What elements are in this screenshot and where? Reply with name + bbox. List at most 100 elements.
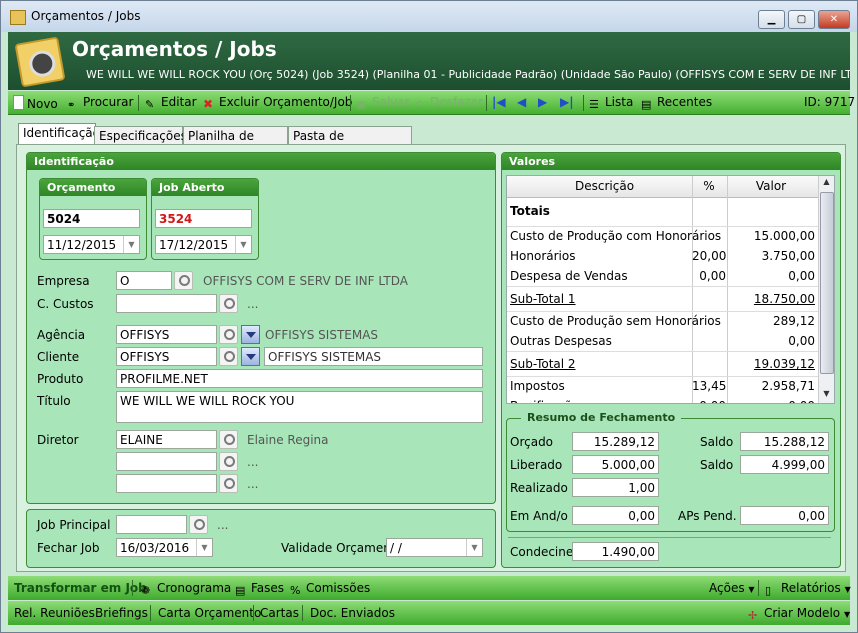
search-button[interactable]: ⚭ Procurar [67, 95, 133, 113]
next-record-button[interactable]: ▶ [538, 95, 547, 109]
cliente-dropdown-icon[interactable] [241, 347, 260, 366]
comissoes-button[interactable]: % Comissões [290, 581, 370, 597]
tab-especificacoes[interactable]: Especificações [94, 126, 187, 145]
cell-descricao: Custo de Produção sem Honorários [510, 314, 721, 328]
vertical-scrollbar[interactable]: ▲ ▼ [818, 176, 834, 403]
cliente-name-field[interactable]: OFFISYS SISTEMAS [264, 347, 483, 366]
diretor-code-input[interactable]: ELAINE [116, 430, 217, 449]
agencia-search-icon[interactable] [219, 325, 238, 344]
table-row[interactable]: Impostos 13,45 2.958,71 [507, 376, 818, 396]
criar-modelo-menu[interactable]: ✢ Criar Modelo ▼ [748, 606, 850, 622]
cell-valor: 19.039,12 [753, 357, 815, 371]
doc-enviados-link[interactable]: Doc. Enviados [310, 606, 395, 620]
cell-descricao: Impostos [510, 379, 565, 393]
fases-button[interactable]: ▤ Fases [235, 581, 284, 597]
diretor-search-icon[interactable] [219, 430, 238, 449]
table-row[interactable]: Sub-Total 1 18.750,00 [507, 286, 818, 312]
ccustos-search-icon[interactable] [219, 294, 238, 313]
table-row[interactable]: Sub-Total 2 19.039,12 [507, 351, 818, 377]
aps-pend-label: APs Pend. [678, 509, 737, 523]
validade-date[interactable]: / / ▼ [386, 538, 483, 557]
app-window: Orçamentos / Jobs ▁ ▢ ✕ Orçamentos / Job… [0, 0, 858, 633]
job-title: Job Aberto [152, 179, 258, 196]
orcamento-date[interactable]: 11/12/2015 ▼ [43, 235, 140, 254]
tab-planilha-custos[interactable]: Planilha de Custos [183, 126, 288, 161]
close-button[interactable]: ✕ [818, 10, 850, 29]
carta-orcamento-link[interactable]: Carta Orçamento [158, 606, 261, 620]
delete-button[interactable]: ✖ Excluir Orçamento/Job [203, 95, 352, 111]
acoes-menu[interactable]: Ações ▼ [709, 581, 755, 595]
orcado-label: Orçado [510, 435, 554, 449]
tab-pasta-documentos[interactable]: Pasta de Documentos [288, 126, 412, 161]
scroll-up-icon[interactable]: ▲ [820, 177, 833, 190]
diretor3-code-input[interactable] [116, 474, 217, 493]
cronograma-button[interactable]: ❁ Cronograma [141, 581, 231, 597]
chevron-down-icon[interactable]: ▼ [466, 539, 482, 556]
cartas-link[interactable]: Cartas [260, 606, 299, 620]
app-icon [10, 10, 26, 25]
ccustos-code-input[interactable] [116, 294, 217, 313]
rel-reunioes-link[interactable]: Rel. Reuniões [14, 606, 95, 620]
table-row[interactable]: Outras Despesas 0,00 [507, 331, 818, 352]
table-row[interactable]: Despesa de Vendas 0,00 0,00 [507, 266, 818, 287]
table-row[interactable]: Honorários 20,00 3.750,00 [507, 246, 818, 266]
fechar-job-date[interactable]: 16/03/2016 ▼ [116, 538, 213, 557]
first-record-button[interactable]: |◀ [492, 95, 506, 109]
cliente-label: Cliente [37, 350, 80, 364]
liberado-value: 5.000,00 [572, 455, 659, 474]
recent-button[interactable]: ▤ Recentes [641, 95, 712, 111]
save-button[interactable]: ▣ Salvar [356, 95, 410, 111]
table-row[interactable]: Custo de Produção com Honorários 15.000,0… [507, 226, 818, 246]
scroll-down-icon[interactable]: ▼ [820, 389, 833, 402]
table-row[interactable]: Bonificação 0,000,00 [507, 396, 818, 403]
list-icon: ☰ [589, 98, 599, 111]
condecine-label: Condecine [510, 545, 574, 559]
film-logo-icon [14, 36, 66, 88]
last-record-button[interactable]: ▶| [560, 95, 574, 109]
diretor2-search-icon[interactable] [219, 452, 238, 471]
cell-descricao: Outras Despesas [510, 334, 612, 348]
relatorios-menu[interactable]: ▯ Relatórios ▼ [765, 581, 851, 597]
validade-label: Validade Orçamento [281, 541, 403, 555]
chevron-down-icon[interactable]: ▼ [123, 236, 139, 253]
job-principal-search-icon[interactable] [189, 515, 208, 534]
panel-title: Identificação [27, 153, 495, 170]
briefings-link[interactable]: Briefings [95, 606, 148, 620]
diretor2-code-input[interactable] [116, 452, 217, 471]
undo-button[interactable]: ↶ Desfazer [414, 95, 483, 111]
maximize-button[interactable]: ▢ [788, 10, 815, 29]
col-percent[interactable]: % [692, 179, 726, 193]
list-button[interactable]: ☰ Lista [589, 95, 633, 111]
produto-input[interactable]: PROFILME.NET [116, 369, 483, 388]
cliente-search-icon[interactable] [219, 347, 238, 366]
cell-valor: 15.000,00 [753, 229, 815, 243]
record-id: ID: 9717 [804, 95, 856, 109]
new-button[interactable]: Novo [13, 95, 58, 111]
diretor3-search-icon[interactable] [219, 474, 238, 493]
transformar-job-button[interactable]: Transformar em Job [14, 581, 147, 595]
saldo2-label: Saldo [700, 458, 734, 472]
col-valor[interactable]: Valor [727, 179, 815, 193]
tab-identificacao[interactable]: Identificação [18, 123, 100, 145]
edit-button[interactable]: ✎ Editar [145, 95, 197, 111]
col-descricao[interactable]: Descrição [575, 179, 634, 193]
table-row[interactable]: Custo de Produção sem Honorários 289,12 [507, 311, 818, 331]
chevron-down-icon[interactable]: ▼ [235, 236, 251, 253]
previous-record-button[interactable]: ◀ [517, 95, 526, 109]
job-principal-input[interactable] [116, 515, 187, 534]
agencia-dropdown-icon[interactable] [241, 325, 260, 344]
scroll-thumb[interactable] [820, 192, 834, 374]
empresa-search-icon[interactable] [174, 271, 193, 290]
table-row[interactable]: Totais [507, 198, 818, 227]
chevron-down-icon[interactable]: ▼ [196, 539, 212, 556]
saldo1-label: Saldo [700, 435, 734, 449]
toolbar-divider [350, 95, 351, 111]
job-date[interactable]: 17/12/2015 ▼ [155, 235, 252, 254]
cell-valor: 289,12 [773, 314, 815, 328]
titulo-textarea[interactable]: WE WILL WE WILL ROCK YOU [116, 391, 483, 423]
agencia-code-input[interactable]: OFFISYS [116, 325, 217, 344]
diretor-label: Diretor [37, 433, 79, 447]
minimize-button[interactable]: ▁ [758, 10, 785, 29]
empresa-code-input[interactable]: O [116, 271, 172, 290]
cliente-code-input[interactable]: OFFISYS [116, 347, 217, 366]
